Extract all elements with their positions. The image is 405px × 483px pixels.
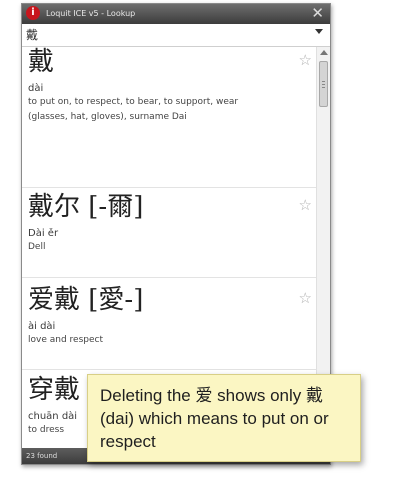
grip-line <box>322 81 325 82</box>
grip-line <box>322 87 325 88</box>
app-icon: i <box>26 6 40 20</box>
entry-definition: love and respect <box>28 335 103 345</box>
list-item[interactable]: 戴尔 [-爾] Dài ěr Dell ☆ <box>22 192 316 255</box>
grip-line <box>322 84 325 85</box>
entry-definition: to put on, to respect, to bear, to suppo… <box>28 97 239 122</box>
divider <box>22 369 316 370</box>
star-icon[interactable]: ☆ <box>299 51 312 69</box>
divider <box>22 277 316 278</box>
star-icon[interactable]: ☆ <box>299 289 312 307</box>
star-icon[interactable]: ☆ <box>299 196 312 214</box>
entry-headword: 戴 <box>28 47 55 77</box>
dropdown-arrow-icon[interactable] <box>315 29 323 34</box>
window-title: Loquit ICE v5 - Lookup <box>46 9 136 18</box>
title-bar[interactable]: i Loquit ICE v5 - Lookup ✕ <box>22 4 330 24</box>
divider <box>22 187 316 188</box>
list-item[interactable]: 戴 dài to put on, to respect, to bear, to… <box>22 47 316 125</box>
scroll-up-icon[interactable] <box>320 50 328 55</box>
list-item[interactable]: 爱戴 [愛-] ài dài love and respect ☆ <box>22 285 316 348</box>
search-bar <box>22 24 330 47</box>
entry-pinyin: ài dài <box>28 321 56 332</box>
status-text: 23 found <box>26 452 58 460</box>
search-input[interactable] <box>26 26 296 43</box>
close-icon[interactable]: ✕ <box>311 5 324 21</box>
entry-pinyin: dài <box>28 83 44 94</box>
callout-text: Deleting the 爱 shows only 戴 (dai) which … <box>100 386 329 451</box>
entry-pinyin: Dài ěr <box>28 228 59 239</box>
scroll-thumb[interactable] <box>319 61 328 107</box>
entry-headword: 戴尔 [-爾] <box>28 192 144 222</box>
annotation-callout: Deleting the 爱 shows only 戴 (dai) which … <box>87 374 361 462</box>
entry-definition: Dell <box>28 242 46 252</box>
entry-headword: 爱戴 [愛-] <box>28 285 144 315</box>
